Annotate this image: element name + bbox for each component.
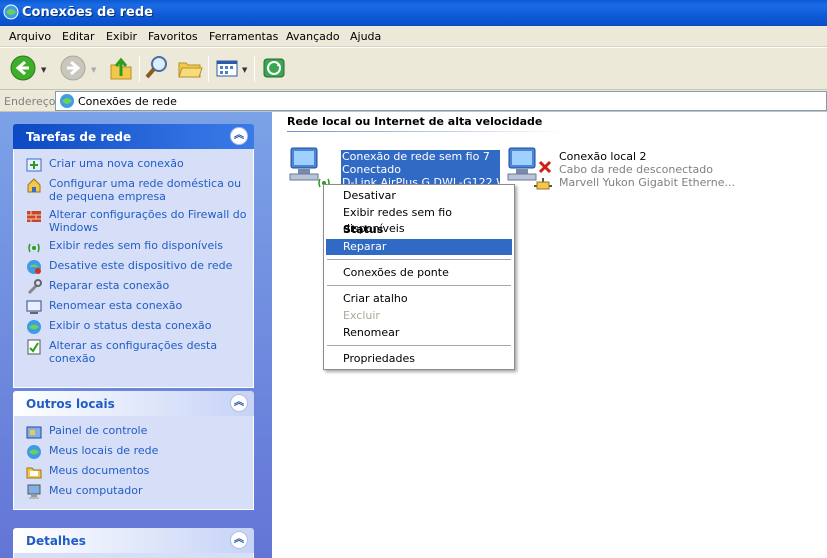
back-dropdown-icon[interactable]: ▼: [41, 66, 46, 74]
task-firewall[interactable]: Alterar configurações do Firewall do Win…: [14, 206, 253, 237]
disable-device-icon: [26, 259, 42, 275]
back-button[interactable]: [9, 54, 37, 85]
search-button[interactable]: [144, 54, 170, 85]
place-documents[interactable]: Meus documentos: [14, 462, 253, 482]
home-network-icon: [26, 177, 42, 193]
task-rename[interactable]: Renomear esta conexão: [14, 297, 253, 317]
network-connections-icon: [3, 4, 19, 23]
panel-header[interactable]: Detalhes ︽: [13, 528, 254, 553]
address-value: Conexões de rede: [78, 95, 177, 108]
rename-icon: [26, 299, 42, 315]
status-icon: [26, 319, 42, 335]
panel-other-places: Outros locais ︽ Painel de controle Meus …: [13, 391, 254, 510]
menu-bar: Arquivo Editar Exibir Favoritos Ferramen…: [0, 26, 827, 47]
place-control-panel[interactable]: Painel de controle: [14, 422, 253, 442]
forward-dropdown-icon[interactable]: ▼: [91, 66, 96, 74]
task-settings[interactable]: Alterar as configurações desta conexão: [14, 337, 253, 368]
context-menu: Desativar Exibir redes sem fio disponíve…: [323, 184, 515, 370]
folders-button[interactable]: [176, 54, 204, 85]
task-pane: Tarefas de rede ︽ Criar uma nova conexão…: [0, 112, 272, 558]
menu-favoritos[interactable]: Favoritos: [148, 30, 198, 43]
address-label: Endereço: [4, 95, 56, 108]
connection-status: Conectado: [342, 163, 401, 176]
task-status[interactable]: Exibir o status desta conexão: [14, 317, 253, 337]
network-places-icon: [26, 444, 42, 460]
views-dropdown-icon[interactable]: ▼: [242, 66, 247, 74]
window-title: Conexões de rede: [22, 5, 153, 20]
task-home-network[interactable]: Configurar uma rede doméstica ou de pequ…: [14, 175, 253, 206]
panel-header[interactable]: Outros locais ︽: [13, 391, 254, 416]
control-panel-icon: [26, 424, 42, 440]
settings-icon: [26, 339, 42, 355]
menu-ferramentas[interactable]: Ferramentas: [209, 30, 278, 43]
panel-title: Tarefas de rede: [26, 130, 132, 144]
task-disable-device[interactable]: Desative este dispositivo de rede: [14, 257, 253, 277]
place-computer[interactable]: Meu computador: [14, 482, 253, 502]
toolbar: ▼ ▼ ▼: [0, 48, 827, 90]
menu-item-properties[interactable]: Propriedades: [326, 351, 512, 367]
forward-button[interactable]: [59, 54, 87, 85]
menu-separator: [327, 285, 511, 286]
panel-network-tasks: Tarefas de rede ︽ Criar uma nova conexão…: [13, 124, 254, 388]
task-wireless[interactable]: Exibir redes sem fio disponíveis: [14, 237, 253, 257]
documents-icon: [26, 464, 42, 480]
menu-item-status[interactable]: Status: [326, 222, 512, 238]
address-bar: Endereço Conexões de rede: [0, 90, 827, 112]
menu-item-renomear[interactable]: Renomear: [326, 325, 512, 341]
collapse-icon[interactable]: ︽: [230, 127, 248, 145]
group-divider: [287, 131, 567, 132]
collapse-icon[interactable]: ︽: [230, 394, 248, 412]
place-network-places[interactable]: Meus locais de rede: [14, 442, 253, 462]
menu-item-shortcut[interactable]: Criar atalho: [326, 291, 512, 307]
firewall-icon: [26, 208, 42, 224]
wireless-icon: [26, 239, 42, 255]
network-connections-icon: [59, 93, 75, 112]
connection-name: Conexão local 2: [559, 150, 647, 163]
panel-details: Detalhes ︽: [13, 528, 254, 558]
collapse-icon[interactable]: ︽: [230, 531, 248, 549]
menu-separator: [327, 259, 511, 260]
connection-name: Conexão de rede sem fio 7: [342, 150, 490, 163]
panel-title: Outros locais: [26, 397, 115, 411]
menu-editar[interactable]: Editar: [62, 30, 95, 43]
sync-button[interactable]: [260, 54, 288, 85]
menu-separator: [327, 345, 511, 346]
menu-item-excluir: Excluir: [343, 309, 380, 322]
task-new-connection[interactable]: Criar uma nova conexão: [14, 155, 253, 175]
menu-item-bridge[interactable]: Conexões de ponte: [326, 265, 512, 281]
menu-item-reparar[interactable]: Reparar: [326, 239, 512, 255]
task-repair[interactable]: Reparar esta conexão: [14, 277, 253, 297]
connection-device: Marvell Yukon Gigabit Etherne...: [559, 176, 735, 189]
address-field[interactable]: Conexões de rede: [55, 91, 827, 111]
title-bar: Conexões de rede: [0, 0, 827, 26]
menu-item-desativar[interactable]: Desativar: [326, 188, 512, 204]
computer-icon: [26, 484, 42, 500]
group-title: Rede local ou Internet de alta velocidad…: [287, 115, 543, 128]
menu-avancado[interactable]: Avançado: [286, 30, 340, 43]
views-button[interactable]: [214, 54, 240, 85]
repair-icon: [26, 279, 42, 295]
panel-header[interactable]: Tarefas de rede ︽: [13, 124, 254, 149]
panel-title: Detalhes: [26, 534, 86, 548]
menu-arquivo[interactable]: Arquivo: [9, 30, 51, 43]
menu-exibir[interactable]: Exibir: [106, 30, 137, 43]
new-connection-icon: [26, 157, 42, 173]
menu-ajuda[interactable]: Ajuda: [350, 30, 381, 43]
menu-item-view-wireless[interactable]: Exibir redes sem fio disponíveis: [326, 205, 512, 235]
connection-status: Cabo da rede desconectado: [559, 163, 713, 176]
up-folder-button[interactable]: [108, 54, 134, 85]
